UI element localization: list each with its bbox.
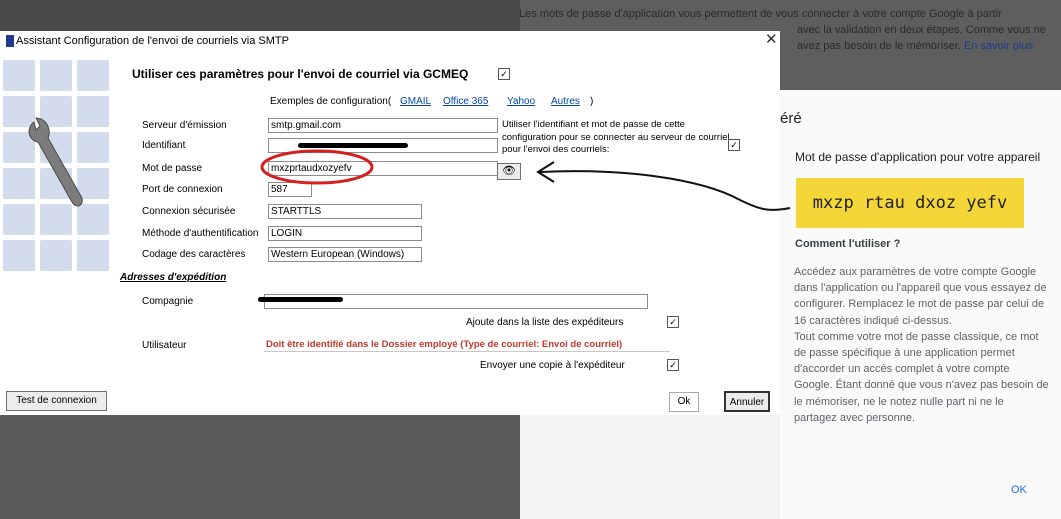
arrow-line-icon [539, 170, 791, 211]
annotation-overlay [260, 149, 791, 211]
password-highlight-circle [260, 149, 374, 185]
